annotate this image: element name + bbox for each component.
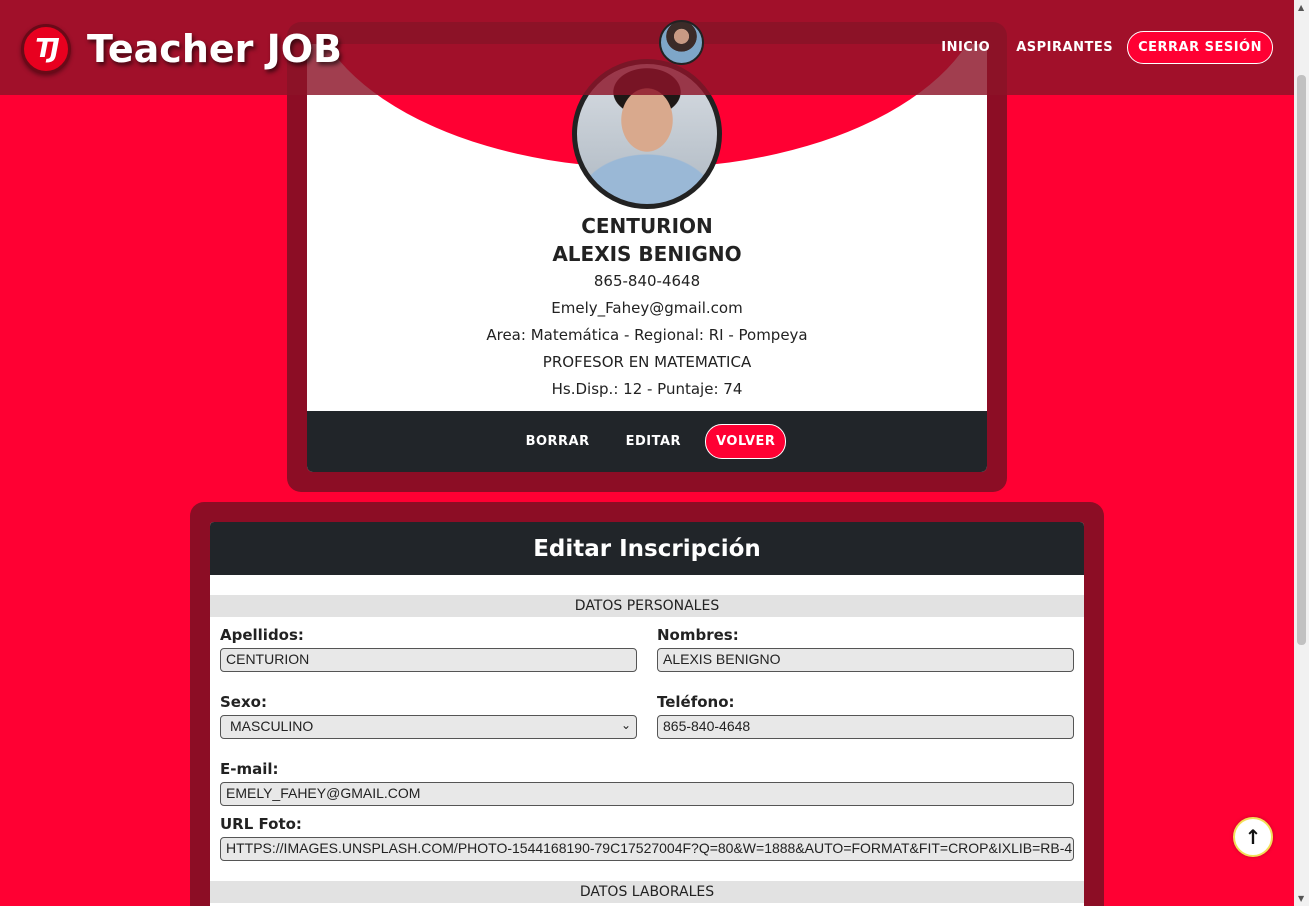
sex-label: Sexo:: [220, 693, 267, 711]
edit-button[interactable]: EDITAR: [626, 434, 681, 449]
email-label: E-mail:: [220, 760, 279, 778]
names-label: Nombres:: [657, 626, 739, 644]
navbar: TJ Teacher JOB INICIO ASPIRANTES CERRAR …: [0, 0, 1294, 95]
user-avatar[interactable]: [659, 20, 704, 65]
brand-name: Teacher JOB: [87, 27, 343, 71]
profile-title: PROFESOR EN MATEMATICA: [542, 353, 752, 371]
phone-input[interactable]: 865-840-4648: [657, 715, 1074, 739]
page-scrollbar[interactable]: ▲ ▼: [1294, 0, 1309, 906]
profile-actions: BORRAR EDITAR VOLVER: [307, 411, 987, 472]
edit-form: Editar Inscripción DATOS PERSONALES Apel…: [210, 522, 1084, 906]
delete-button[interactable]: BORRAR: [526, 434, 590, 449]
sex-select-value: MASCULINO: [230, 718, 314, 734]
brand[interactable]: TJ Teacher JOB: [21, 24, 342, 74]
brand-logo: TJ: [21, 24, 71, 74]
profile-names: ALEXIS BENIGNO: [552, 242, 742, 266]
scroll-thumb[interactable]: [1297, 75, 1306, 645]
photo-url-input[interactable]: HTTPS://IMAGES.UNSPLASH.COM/PHOTO-154416…: [220, 837, 1074, 861]
back-to-top-button[interactable]: ↑: [1233, 817, 1273, 857]
profile-hours: Hs.Disp.: 12 - Puntaje: 74: [551, 380, 743, 398]
profile-area: Area: Matemática - Regional: RI - Pompey…: [486, 326, 808, 344]
scroll-up-icon[interactable]: ▲: [1298, 3, 1304, 12]
back-button[interactable]: VOLVER: [705, 424, 787, 459]
profile-info: CENTURION ALEXIS BENIGNO 865-840-4648 Em…: [307, 212, 987, 403]
arrow-up-icon: ↑: [1244, 825, 1262, 849]
profile-card: CENTURION ALEXIS BENIGNO 865-840-4648 Em…: [307, 44, 987, 472]
nav-link-aspirantes[interactable]: ASPIRANTES: [1016, 40, 1113, 55]
form-title: Editar Inscripción: [210, 522, 1084, 575]
email-input[interactable]: EMELY_FAHEY@GMAIL.COM: [220, 782, 1074, 806]
sex-select[interactable]: MASCULINO ⌄: [220, 715, 637, 739]
scroll-down-icon[interactable]: ▼: [1298, 894, 1304, 903]
phone-label: Teléfono:: [657, 693, 735, 711]
section-personal-data: DATOS PERSONALES: [210, 595, 1084, 617]
surname-label: Apellidos:: [220, 626, 304, 644]
nav-link-inicio[interactable]: INICIO: [941, 40, 990, 55]
chevron-down-icon: ⌄: [620, 718, 631, 732]
logout-button[interactable]: CERRAR SESIÓN: [1127, 31, 1273, 64]
surname-input[interactable]: CENTURION: [220, 648, 637, 672]
names-input[interactable]: ALEXIS BENIGNO: [657, 648, 1074, 672]
profile-surname: CENTURION: [581, 214, 713, 238]
profile-email: Emely_Fahey@gmail.com: [551, 299, 743, 317]
nav-links: INICIO ASPIRANTES CERRAR SESIÓN: [915, 31, 1273, 64]
profile-phone: 865-840-4648: [593, 272, 701, 290]
photo-url-label: URL Foto:: [220, 815, 302, 833]
section-work-data: DATOS LABORALES: [210, 881, 1084, 903]
